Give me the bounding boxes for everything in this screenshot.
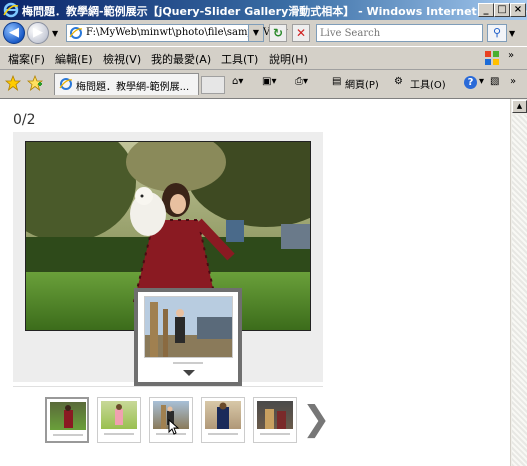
ie-logo-icon (3, 2, 19, 18)
recent-pages-dropdown-icon[interactable]: ▼ (52, 29, 60, 38)
help-icon[interactable]: ? (464, 76, 477, 89)
arrow-left-icon: ◀ (9, 25, 19, 40)
home-icon[interactable]: ⌂▾ (232, 76, 243, 87)
back-button[interactable]: ◀ (3, 22, 25, 44)
address-bar[interactable]: F:\MyWeb\minwt\photo\file\sampleView ▼ (66, 24, 288, 42)
forward-button[interactable]: ▶ (27, 22, 49, 44)
stop-button[interactable]: ✕ (292, 24, 310, 42)
thumbnail-5[interactable] (253, 397, 297, 443)
research-icon[interactable]: ▧ (490, 76, 499, 87)
page-menu[interactable]: 網頁(P) (345, 76, 379, 91)
page-icon (69, 27, 83, 39)
preview-image (144, 296, 233, 358)
favbar-more-chevron-icon[interactable]: » (510, 76, 516, 87)
favorites-command-bar: 梅問題．教學網-範例展... ⌂▾ ▣▾ ⎙▾ ▤ 網頁(P) ⚙ 工具(O) … (0, 70, 527, 99)
thumbnail-1[interactable] (45, 397, 89, 443)
popup-pointer-icon (183, 370, 195, 376)
tools-gear-icon: ⚙ (394, 76, 403, 87)
help-dropdown-icon[interactable]: ▾ (479, 76, 484, 87)
address-dropdown-icon[interactable]: ▼ (248, 25, 263, 41)
menu-bar: 檔案(F) 編輯(E) 檢視(V) 我的最愛(A) 工具(T) 說明(H) » (0, 47, 527, 70)
page-content: 0/2 ❯ (0, 99, 510, 466)
tools-menu[interactable]: 工具(O) (410, 76, 446, 91)
favorites-star-icon[interactable] (5, 75, 21, 91)
new-tab-button[interactable] (201, 76, 225, 94)
minimize-button[interactable]: _ (478, 3, 494, 17)
search-input[interactable] (317, 25, 483, 41)
stop-icon: ✕ (295, 26, 307, 40)
scrollbar-track[interactable] (512, 115, 527, 466)
thumbnail-2[interactable] (97, 397, 141, 443)
window-titlebar[interactable]: 梅問題．教學網-範例展示【jQuery-Slider Gallery滑動式相本】… (0, 0, 527, 20)
menu-view[interactable]: 檢視(V) (103, 51, 141, 67)
menu-help[interactable]: 說明(H) (269, 51, 308, 67)
menu-favorites[interactable]: 我的最愛(A) (151, 51, 211, 67)
close-button[interactable]: × (510, 3, 526, 17)
vertical-scrollbar[interactable]: ▲ (510, 99, 527, 466)
search-options-dropdown-icon[interactable]: ▼ (509, 29, 515, 38)
menu-more-chevron-icon[interactable]: » (508, 50, 514, 61)
add-favorite-icon[interactable] (27, 75, 43, 91)
menu-edit[interactable]: 編輯(E) (55, 51, 93, 67)
next-arrow-icon[interactable]: ❯ (302, 399, 331, 439)
slide-counter: 0/2 (13, 112, 36, 128)
search-button[interactable]: ⚲ (487, 24, 507, 42)
thumbnail-preview-popup (134, 288, 242, 386)
search-icon: ⚲ (492, 26, 502, 39)
thumbnail-4[interactable] (201, 397, 245, 443)
feeds-icon[interactable]: ▣▾ (262, 76, 276, 87)
window-title: 梅問題．教學網-範例展示【jQuery-Slider Gallery滑動式相本】… (22, 5, 527, 18)
print-icon[interactable]: ⎙▾ (295, 76, 308, 87)
windows-live-icon[interactable] (484, 50, 500, 66)
search-box[interactable] (316, 24, 483, 42)
refresh-button[interactable]: ↻ (269, 24, 287, 42)
address-toolbar: ◀ ▶ ▼ F:\MyWeb\minwt\photo\file\sampleVi… (0, 20, 527, 47)
mouse-cursor-icon (168, 419, 180, 435)
maximize-button[interactable]: □ (494, 3, 510, 17)
refresh-icon: ↻ (272, 26, 284, 40)
scroll-up-arrow-icon[interactable]: ▲ (512, 100, 527, 113)
ie-page-icon (59, 78, 73, 90)
menu-file[interactable]: 檔案(F) (8, 51, 45, 67)
tab-active[interactable]: 梅問題．教學網-範例展... (54, 73, 199, 95)
arrow-right-icon: ▶ (33, 25, 43, 40)
tab-label: 梅問題．教學網-範例展... (76, 82, 190, 93)
menu-tools[interactable]: 工具(T) (221, 51, 258, 67)
page-menu-icon: ▤ (332, 76, 342, 87)
